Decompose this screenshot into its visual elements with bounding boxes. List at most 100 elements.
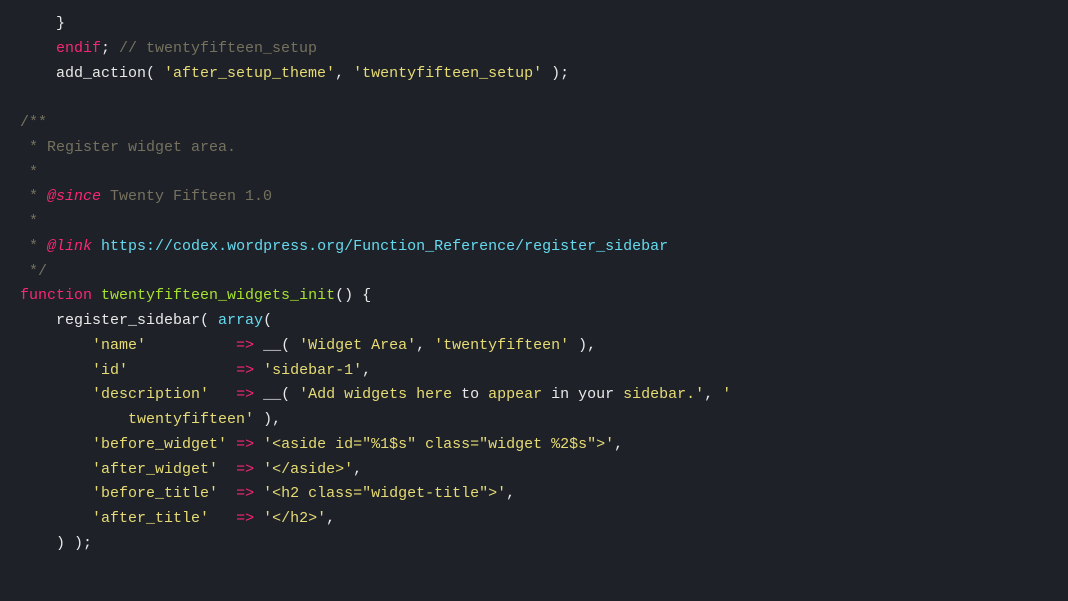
code-text: ), <box>254 408 281 433</box>
code-text: , <box>704 383 722 408</box>
code-text <box>209 507 236 532</box>
code-text: * <box>20 161 38 186</box>
code-text: , <box>614 433 623 458</box>
code-text: sidebar.' <box>614 383 704 408</box>
code-text <box>20 86 29 111</box>
code-text <box>254 433 263 458</box>
code-text: => <box>236 334 254 359</box>
code-line: endif; // twentyfifteen_setup <box>20 37 1048 62</box>
code-text: , <box>335 62 353 87</box>
code-text: add_action( <box>20 62 164 87</box>
code-text: in your <box>551 383 614 408</box>
code-text: @link <box>47 235 92 260</box>
code-text: 'before_title' <box>92 482 218 507</box>
code-text: array <box>218 309 263 334</box>
code-line: add_action( 'after_setup_theme', 'twenty… <box>20 62 1048 87</box>
code-line: function twentyfifteen_widgets_init() { <box>20 284 1048 309</box>
code-text: , <box>416 334 434 359</box>
code-text: appear <box>479 383 551 408</box>
code-text <box>209 383 236 408</box>
code-text: 'after_widget' <box>92 458 218 483</box>
code-line: * @since Twenty Fifteen 1.0 <box>20 185 1048 210</box>
code-text: => <box>236 482 254 507</box>
code-text <box>218 482 236 507</box>
code-text: 'after_title' <box>92 507 209 532</box>
code-line: * <box>20 210 1048 235</box>
code-editor: } endif; // twentyfifteen_setup add_acti… <box>0 0 1068 601</box>
code-text <box>20 433 92 458</box>
code-text <box>20 507 92 532</box>
code-line: * @link https://codex.wordpress.org/Func… <box>20 235 1048 260</box>
code-text: 'sidebar-1' <box>263 359 362 384</box>
code-text: ' <box>722 383 731 408</box>
code-text: '</h2>' <box>263 507 326 532</box>
code-text: ), <box>569 334 596 359</box>
code-text <box>20 408 128 433</box>
code-line: 'before_title' => '<h2 class="widget-tit… <box>20 482 1048 507</box>
code-text: '<aside id="%1$s" class="widget %2$s">' <box>263 433 614 458</box>
code-text <box>218 458 236 483</box>
code-line: */ <box>20 260 1048 285</box>
code-text: => <box>236 383 254 408</box>
code-text <box>20 458 92 483</box>
code-text: // twentyfifteen_setup <box>119 37 317 62</box>
code-text <box>20 383 92 408</box>
code-text: __( <box>254 383 299 408</box>
code-text: */ <box>20 260 47 285</box>
code-text: 'description' <box>92 383 209 408</box>
code-text: () { <box>335 284 371 309</box>
code-text: to <box>461 383 479 408</box>
code-text: 'twentyfifteen_setup' <box>353 62 542 87</box>
code-line <box>20 86 1048 111</box>
code-text: https://codex.wordpress.org/Function_Ref… <box>101 235 668 260</box>
code-text: * <box>20 210 38 235</box>
code-line: twentyfifteen' ), <box>20 408 1048 433</box>
code-line: 'name' => __( 'Widget Area', 'twentyfift… <box>20 334 1048 359</box>
code-text: , <box>326 507 335 532</box>
code-text <box>254 359 263 384</box>
code-line: 'id' => 'sidebar-1', <box>20 359 1048 384</box>
code-text: * Register widget area. <box>20 136 236 161</box>
code-text: 'twentyfifteen' <box>434 334 569 359</box>
code-text: , <box>353 458 362 483</box>
code-text: twentyfifteen_widgets_init <box>101 284 335 309</box>
code-text: } <box>20 12 65 37</box>
code-text: twentyfifteen' <box>128 408 254 433</box>
code-text: => <box>236 507 254 532</box>
code-text <box>20 359 92 384</box>
code-text <box>20 482 92 507</box>
code-text <box>128 359 236 384</box>
code-text: 'Add widgets here <box>299 383 461 408</box>
code-text: __( <box>254 334 299 359</box>
code-text: function <box>20 284 92 309</box>
code-text: 'before_widget' <box>92 433 227 458</box>
code-text: ) ); <box>20 532 92 557</box>
code-text: 'Widget Area' <box>299 334 416 359</box>
code-text: 'id' <box>92 359 128 384</box>
code-line: 'after_widget' => '</aside>', <box>20 458 1048 483</box>
code-line: register_sidebar( array( <box>20 309 1048 334</box>
code-line: 'before_widget' => '<aside id="%1$s" cla… <box>20 433 1048 458</box>
code-text: ( <box>263 309 272 334</box>
code-line: /** <box>20 111 1048 136</box>
code-text <box>227 433 236 458</box>
code-text <box>92 235 101 260</box>
code-text: 'name' <box>92 334 146 359</box>
code-line: ) ); <box>20 532 1048 557</box>
code-text <box>146 334 236 359</box>
code-text <box>254 507 263 532</box>
code-text: Twenty Fifteen 1.0 <box>101 185 272 210</box>
code-text: ); <box>542 62 569 87</box>
code-text: 'after_setup_theme' <box>164 62 335 87</box>
code-text: register_sidebar( <box>20 309 218 334</box>
code-text: ; <box>101 37 119 62</box>
code-text: '<h2 class="widget-title">' <box>263 482 506 507</box>
code-line: * Register widget area. <box>20 136 1048 161</box>
code-text: => <box>236 359 254 384</box>
code-text: , <box>362 359 371 384</box>
code-text: '</aside>' <box>263 458 353 483</box>
code-text <box>20 334 92 359</box>
code-line: 'description' => __( 'Add widgets here t… <box>20 383 1048 408</box>
code-text: * <box>20 185 47 210</box>
code-text: => <box>236 433 254 458</box>
